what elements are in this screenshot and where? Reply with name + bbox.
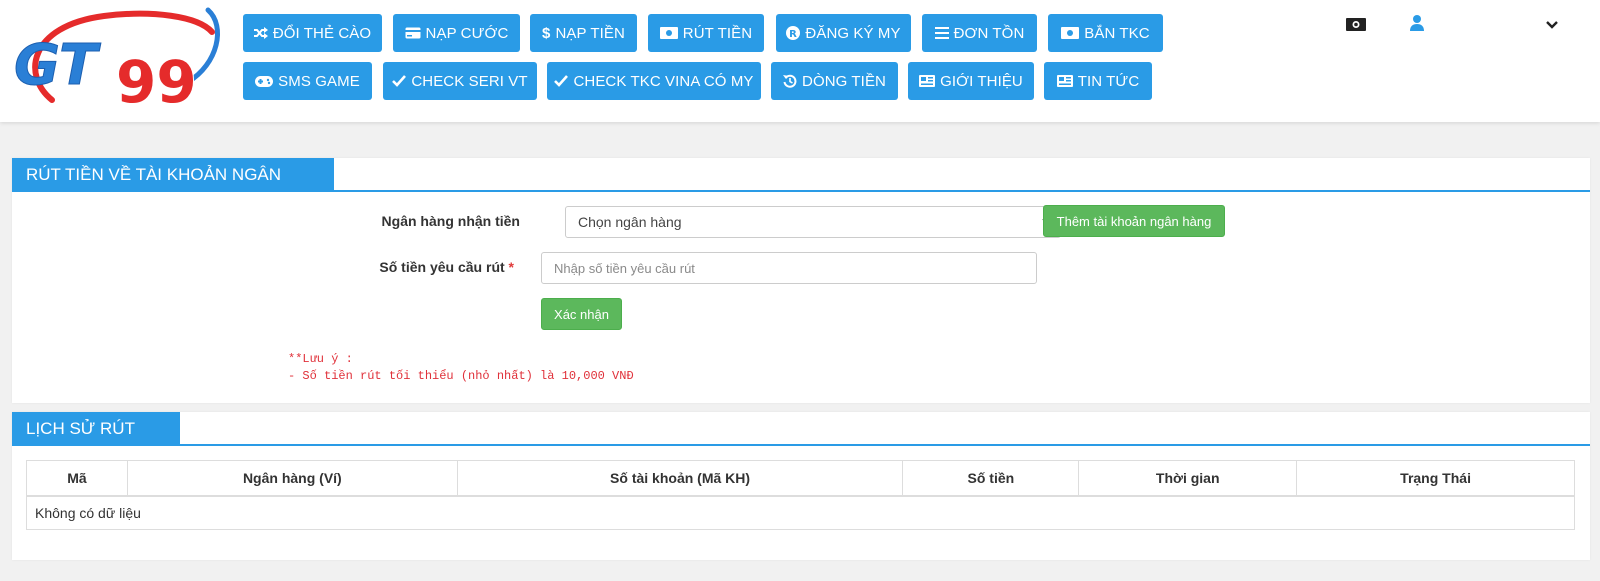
required-asterisk: *: [508, 259, 514, 275]
credit-card-icon: [404, 27, 421, 39]
note-min-amount: - Số tiền rút tối thiểu (nhỏ nhất) là 10…: [288, 369, 634, 383]
col-ngan-hang[interactable]: Ngân hàng (Ví): [126, 460, 458, 497]
money-bill-icon: [659, 27, 678, 39]
registered-icon: R: [786, 26, 801, 40]
nav-dong-tien-button[interactable]: DÒNG TIỀN: [771, 62, 898, 100]
newspaper-icon: [1056, 75, 1073, 87]
list-icon: [934, 27, 949, 39]
nav-label: TIN TỨC: [1077, 72, 1140, 90]
col-so-tai-khoan[interactable]: Số tài khoản (Mã KH): [456, 460, 904, 497]
dollar-icon: $: [542, 24, 551, 42]
nav-tin-tuc-button[interactable]: TIN TỨC: [1044, 62, 1152, 100]
nav-label: NẠP TIỀN: [555, 24, 625, 42]
nav-nap-tien-button[interactable]: $ NẠP TIỀN: [530, 14, 637, 52]
history-table: Mã Ngân hàng (Ví) Số tài khoản (Mã KH) S…: [26, 460, 1575, 530]
amount-input[interactable]: [541, 252, 1037, 284]
nav-label: NẠP CƯỚC: [425, 24, 509, 42]
empty-table-message: Không có dữ liệu: [26, 495, 1575, 530]
site-header: GT 99 ĐỔI THẺ CÀO NẠP CƯỚC $ NẠP TIỀN RÚ…: [0, 0, 1600, 122]
nav-label: ĐỔI THẺ CÀO: [272, 24, 372, 42]
bank-select-value: Chọn ngân hàng: [578, 214, 682, 230]
nav-check-tkc-vina-button[interactable]: CHECK TKC VINA CÓ MY: [547, 62, 761, 100]
nav-label: RÚT TIỀN: [682, 24, 753, 42]
withdraw-card-header: RÚT TIỀN VỀ TÀI KHOẢN NGÂN HÀNG: [12, 158, 1590, 218]
col-so-tien[interactable]: Số tiền: [902, 460, 1080, 497]
history-card-header: LỊCH SỬ RÚT TIỀN: [12, 412, 1590, 472]
nav-label: ĐĂNG KÝ MY: [805, 24, 901, 42]
gamepad-icon: [255, 75, 274, 87]
table-header-row: Mã Ngân hàng (Ví) Số tài khoản (Mã KH) S…: [26, 460, 1575, 497]
nav-gioi-thieu-button[interactable]: GIỚI THIỆU: [908, 62, 1034, 100]
history-card: LỊCH SỬ RÚT TIỀN Mã Ngân hàng (Ví) Số tà…: [12, 412, 1590, 560]
nav-don-ton-button[interactable]: ĐƠN TỒN: [922, 14, 1037, 52]
check-icon: [392, 75, 407, 87]
svg-text:GT: GT: [14, 33, 101, 98]
withdraw-title: RÚT TIỀN VỀ TÀI KHOẢN NGÂN HÀNG: [12, 158, 334, 218]
chevron-down-icon[interactable]: [1546, 21, 1558, 29]
newspaper-icon: [919, 75, 936, 87]
wallet-money-bill-icon[interactable]: [1346, 18, 1366, 31]
nav-ban-tkc-button[interactable]: BẮN TKC: [1048, 14, 1163, 52]
bank-label: Ngân hàng nhận tiền: [381, 213, 520, 229]
svg-text:99: 99: [116, 48, 197, 112]
nav-label: ĐƠN TỒN: [953, 24, 1025, 42]
nav-label: BẮN TKC: [1084, 24, 1150, 42]
nav-doi-the-cao-button[interactable]: ĐỔI THẺ CÀO: [243, 14, 382, 52]
nav-check-seri-vt-button[interactable]: CHECK SERI VT: [383, 62, 537, 100]
user-icon[interactable]: [1410, 15, 1424, 31]
col-trang-thai[interactable]: Trạng Thái: [1296, 460, 1575, 497]
check-icon: [554, 75, 569, 87]
money-bill-icon: [1061, 27, 1080, 39]
amount-label: Số tiền yêu cầu rút *: [379, 259, 514, 275]
nav-label: DÒNG TIỀN: [802, 72, 886, 90]
confirm-button[interactable]: Xác nhận: [541, 298, 622, 330]
nav-dang-ky-my-button[interactable]: R ĐĂNG KÝ MY: [776, 14, 911, 52]
nav-sms-game-button[interactable]: SMS GAME: [243, 62, 372, 100]
withdraw-card: RÚT TIỀN VỀ TÀI KHOẢN NGÂN HÀNG Ngân hàn…: [12, 158, 1590, 403]
nav-nap-cuoc-button[interactable]: NẠP CƯỚC: [393, 14, 520, 52]
nav-label: CHECK SERI VT: [411, 72, 528, 90]
site-logo[interactable]: GT 99: [12, 4, 226, 112]
add-bank-account-button[interactable]: Thêm tài khoản ngân hàng: [1043, 205, 1225, 237]
table-row: Không có dữ liệu: [26, 495, 1575, 530]
col-thoi-gian[interactable]: Thời gian: [1078, 460, 1298, 497]
col-ma[interactable]: Mã: [26, 460, 128, 497]
svg-text:R: R: [790, 29, 798, 40]
shuffle-icon: [253, 27, 268, 39]
nav-label: GIỚI THIỆU: [940, 72, 1023, 90]
note-title: **Lưu ý :: [288, 352, 353, 366]
nav-rut-tien-button[interactable]: RÚT TIỀN: [648, 14, 764, 52]
bank-select[interactable]: Chọn ngân hàng: [565, 206, 1061, 238]
history-title: LỊCH SỬ RÚT TIỀN: [12, 412, 180, 472]
history-icon: [783, 74, 797, 88]
nav-label: SMS GAME: [278, 72, 360, 90]
nav-label: CHECK TKC VINA CÓ MY: [573, 72, 754, 90]
